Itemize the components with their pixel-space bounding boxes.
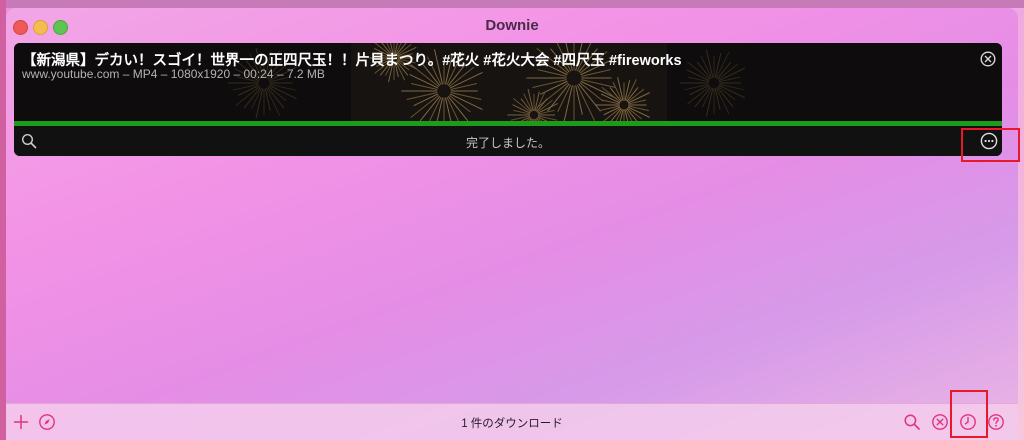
highlight-box-more-options xyxy=(961,128,1020,162)
desktop-top-edge xyxy=(0,0,1024,8)
highlight-box-history xyxy=(950,390,988,438)
remove-download-button[interactable] xyxy=(980,51,996,67)
search-downloads-button[interactable] xyxy=(903,413,921,431)
window-title: Downie xyxy=(485,17,539,34)
download-status-bar: 完了しました。 xyxy=(14,126,1002,156)
download-status: 完了しました。 xyxy=(465,136,550,150)
remove-icon xyxy=(980,51,996,67)
download-count: 1 件のダウンロード xyxy=(461,418,563,430)
download-item[interactable]: 【新潟県】デカい！スゴイ！世界一の正四尺玉！！片貝まつり。#花火 #花火大会 #… xyxy=(14,43,1002,156)
bottom-toolbar: 1 件のダウンロード xyxy=(6,403,1018,440)
cancel-all-button[interactable] xyxy=(931,413,949,431)
help-button[interactable] xyxy=(987,413,1005,431)
cancel-icon xyxy=(932,414,948,430)
title-bar[interactable]: Downie xyxy=(6,8,1018,40)
downie-window: Downie 【新潟県】デカい！スゴイ！世界一の正四尺玉！！片貝まつり。#花火 … xyxy=(6,8,1018,440)
download-meta: www.youtube.com – MP4 – 1080x1920 – 00:2… xyxy=(22,67,325,81)
help-icon xyxy=(988,414,1004,430)
search-icon xyxy=(904,414,920,430)
